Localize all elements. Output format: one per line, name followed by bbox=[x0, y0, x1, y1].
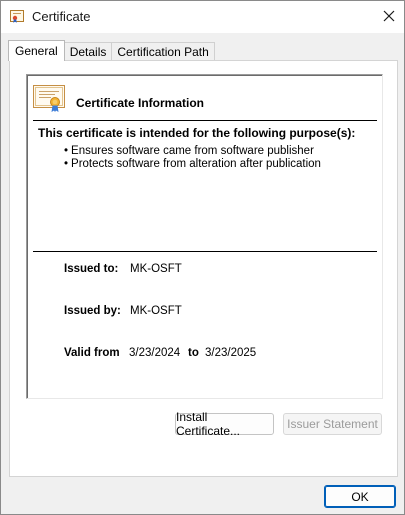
list-item: Protects software from alteration after … bbox=[64, 158, 321, 171]
valid-from-label: Valid from bbox=[64, 347, 120, 359]
divider bbox=[33, 251, 377, 252]
valid-from-value: 3/23/2024 bbox=[129, 347, 181, 359]
list-item: Ensures software came from software publ… bbox=[64, 145, 321, 158]
certificate-info-title: Certificate Information bbox=[76, 96, 205, 110]
divider bbox=[33, 120, 377, 121]
tab-details[interactable]: Details bbox=[63, 42, 113, 61]
issued-to-value: MK-OSFT bbox=[130, 263, 182, 275]
tab-general[interactable]: General bbox=[8, 40, 65, 61]
issued-by-value: MK-OSFT bbox=[130, 305, 182, 317]
install-certificate-button[interactable]: Install Certificate... bbox=[175, 410, 274, 438]
certificate-icon bbox=[10, 10, 24, 23]
issued-by-label: Issued by: bbox=[64, 305, 121, 317]
certificate-dialog: Certificate General Details Certificatio… bbox=[0, 0, 405, 515]
certificate-info-box: Certificate Information This certificate… bbox=[26, 74, 383, 399]
tab-certification-path[interactable]: Certification Path bbox=[111, 42, 215, 61]
purpose-list: Ensures software came from software publ… bbox=[64, 145, 321, 171]
ok-button[interactable]: OK bbox=[324, 485, 396, 508]
window-title: Certificate bbox=[32, 9, 91, 24]
valid-to-value: 3/23/2025 bbox=[205, 347, 257, 359]
valid-to-label: to bbox=[188, 347, 199, 359]
certificate-icon bbox=[33, 85, 65, 113]
issued-to-label: Issued to: bbox=[64, 263, 119, 275]
issuer-statement-button[interactable]: Issuer Statement bbox=[283, 413, 382, 435]
close-button[interactable] bbox=[373, 1, 405, 33]
purpose-heading: This certificate is intended for the fol… bbox=[38, 126, 356, 140]
close-icon bbox=[383, 10, 395, 25]
title-bar: Certificate bbox=[1, 1, 404, 33]
tab-strip: General Details Certification Path bbox=[8, 40, 215, 61]
general-tab-panel: Certificate Information This certificate… bbox=[9, 60, 398, 477]
